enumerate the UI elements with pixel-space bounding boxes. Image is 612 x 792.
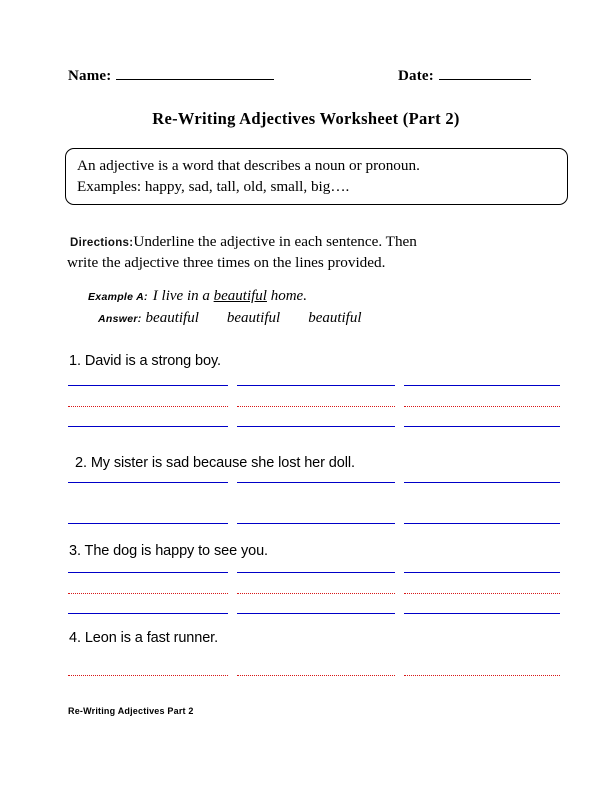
name-label: Name:	[68, 68, 112, 84]
rule-red-dotted	[404, 593, 560, 594]
example-text-before: I live in a	[152, 288, 214, 304]
writing-line-group-2-col-2[interactable]	[237, 482, 395, 528]
rule-blue-top	[237, 572, 395, 573]
directions-first-line: Directions:Underline the adjective in ea…	[70, 231, 570, 254]
rule-blue-bottom	[68, 426, 228, 427]
page-title: Re-Writing Adjectives Worksheet (Part 2)	[152, 109, 460, 128]
writing-line-group-3-col-2[interactable]	[237, 572, 395, 618]
rule-blue-bottom	[404, 613, 560, 614]
writing-line-group-1-col-2[interactable]	[237, 385, 395, 431]
rule-blue-top	[404, 385, 560, 386]
example-adjective: beautiful	[213, 288, 267, 304]
writing-line-group-2-col-1[interactable]	[68, 482, 228, 528]
name-write-line[interactable]	[116, 68, 275, 80]
directions-text-1: Underline the adjective in each sentence…	[133, 233, 417, 250]
writing-band-2[interactable]	[68, 482, 560, 528]
writing-line-group-3-col-1[interactable]	[68, 572, 228, 618]
writing-band-4[interactable]	[68, 654, 560, 700]
definition-box: An adjective is a word that describes a …	[65, 148, 568, 205]
rule-red-dotted	[68, 593, 228, 594]
rule-red-dotted	[237, 675, 395, 676]
rule-blue-top	[68, 572, 228, 573]
worksheet-page: Name: Date: Re-Writing Adjectives Worksh…	[0, 0, 612, 792]
writing-line-group-3-col-3[interactable]	[404, 572, 560, 618]
rule-red-dotted	[404, 406, 560, 407]
example-row: Example A: I live in a beautiful home.	[88, 288, 307, 305]
writing-line-group-4-col-3[interactable]	[404, 654, 560, 700]
directions-block: Directions:Underline the adjective in ea…	[67, 231, 570, 271]
directions-label: Directions:	[70, 237, 134, 249]
writing-line-group-1-col-1[interactable]	[68, 385, 228, 431]
rule-blue-top	[404, 482, 560, 483]
rule-blue-bottom	[404, 523, 560, 524]
example-text-after: home.	[266, 288, 307, 304]
rule-red-dotted	[237, 593, 395, 594]
answer-word-3: beautiful	[308, 310, 362, 326]
rule-blue-top	[68, 482, 228, 483]
rule-blue-top	[68, 385, 228, 386]
date-write-line[interactable]	[438, 68, 531, 80]
footer-text: Re-Writing Adjectives Part 2	[68, 706, 194, 716]
date-field-group: Date:	[398, 68, 531, 85]
rule-blue-bottom	[237, 426, 395, 427]
question-3-text: 3. The dog is happy to see you.	[69, 543, 268, 559]
rule-red-dotted	[237, 406, 395, 407]
question-2-text: 2. My sister is sad because she lost her…	[75, 455, 355, 471]
example-sentence: I live in a beautiful home.	[153, 288, 307, 305]
definition-line-2: Examples: happy, sad, tall, old, small, …	[77, 178, 350, 195]
rule-blue-top	[404, 572, 560, 573]
name-date-row: Name: Date:	[68, 68, 568, 92]
directions-text-2: write the adjective three times on the l…	[67, 254, 386, 271]
rule-blue-bottom	[68, 613, 228, 614]
rule-blue-bottom	[237, 613, 395, 614]
example-label: Example A:	[88, 291, 148, 303]
rule-blue-top	[237, 482, 395, 483]
rule-red-dotted	[68, 675, 228, 676]
writing-line-group-4-col-1[interactable]	[68, 654, 228, 700]
question-4-text: 4. Leon is a fast runner.	[69, 630, 219, 646]
answer-word-1: beautiful	[145, 310, 199, 326]
rule-blue-bottom	[68, 523, 228, 524]
rule-blue-bottom	[404, 426, 560, 427]
writing-line-group-1-col-3[interactable]	[404, 385, 560, 431]
rule-blue-top	[237, 385, 395, 386]
date-label: Date:	[398, 68, 434, 84]
rule-blue-bottom	[237, 523, 395, 524]
writing-band-3[interactable]	[68, 572, 560, 618]
rule-red-dotted	[404, 675, 560, 676]
name-field-group: Name:	[68, 68, 275, 85]
rule-red-dotted	[68, 406, 228, 407]
question-1-text: 1. David is a strong boy.	[69, 353, 221, 369]
answer-row: Answer: beautiful beautiful beautiful	[98, 310, 362, 327]
definition-line-1: An adjective is a word that describes a …	[77, 157, 420, 174]
writing-band-1[interactable]	[68, 385, 560, 431]
answer-label: Answer:	[98, 313, 142, 325]
writing-line-group-2-col-3[interactable]	[404, 482, 560, 528]
writing-line-group-4-col-2[interactable]	[237, 654, 395, 700]
answer-word-2: beautiful	[226, 310, 281, 326]
